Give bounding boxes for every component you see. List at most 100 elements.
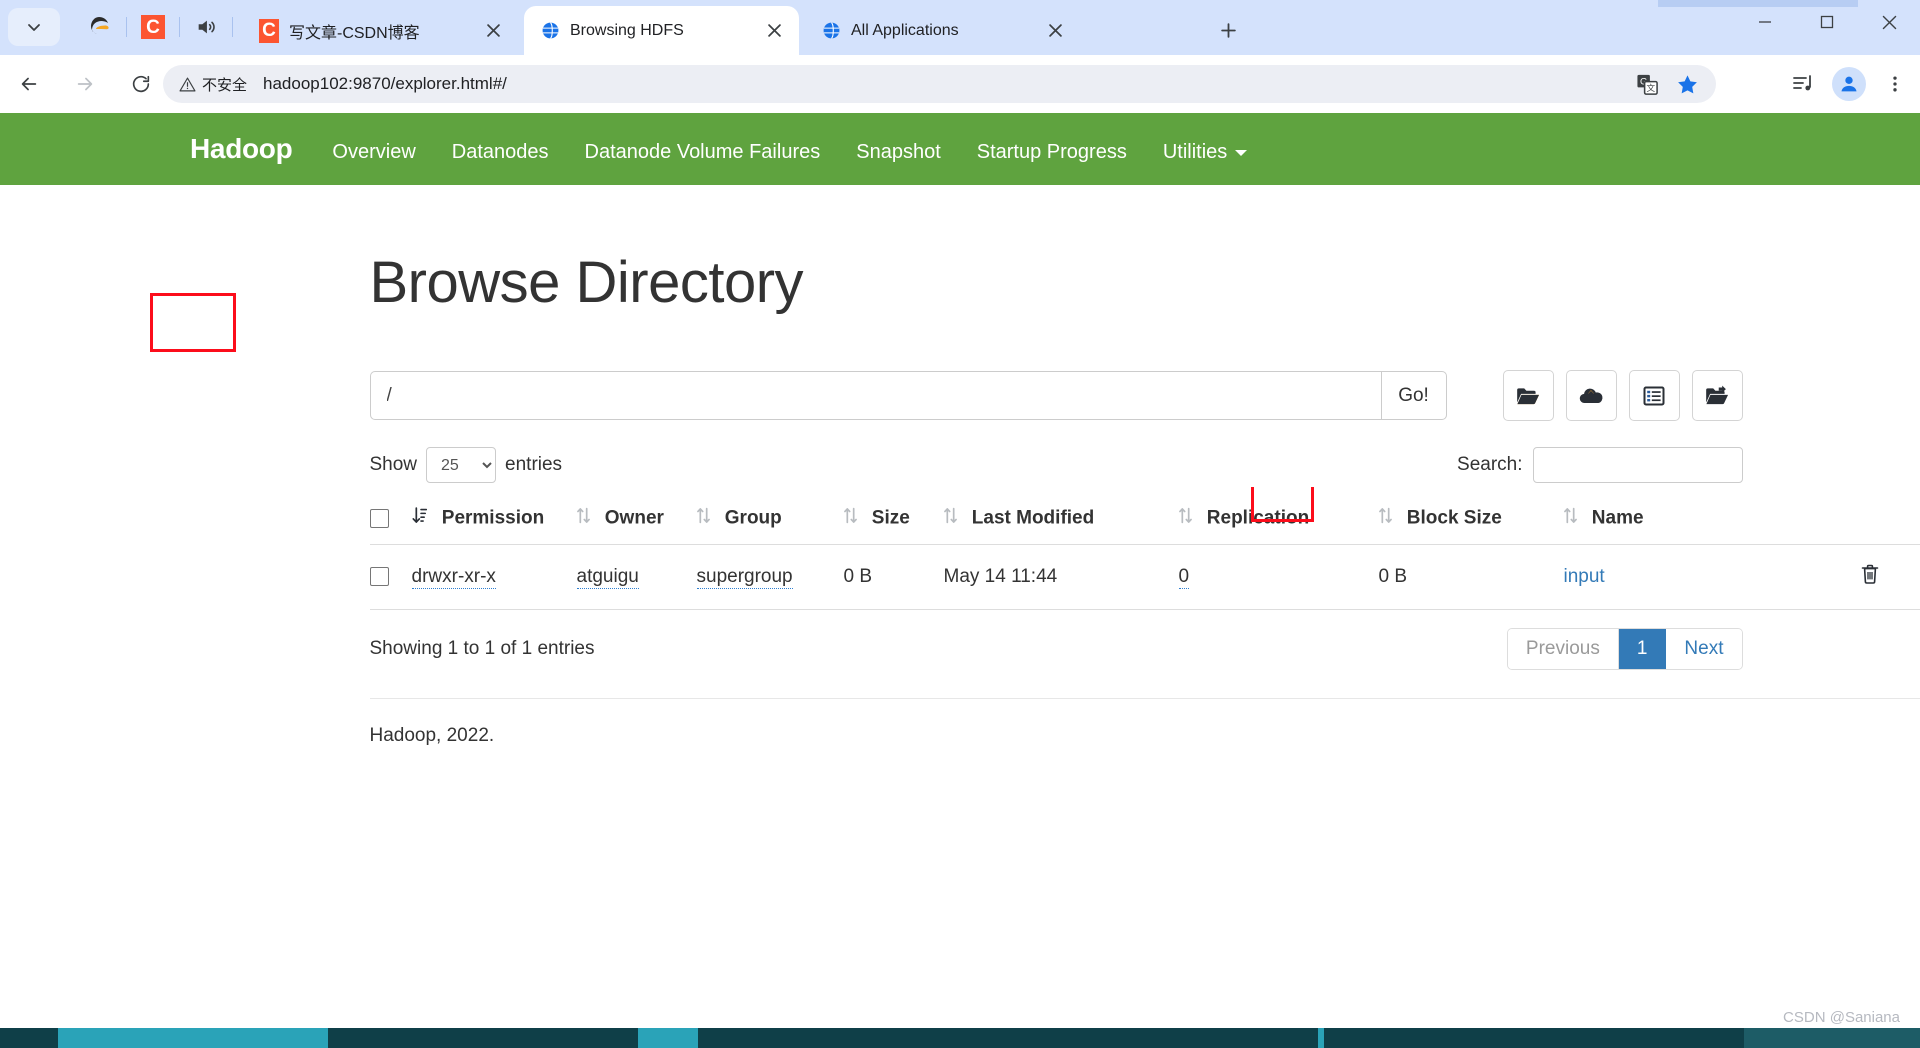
minimize-icon[interactable] xyxy=(1734,0,1796,44)
cell-last-modified: May 14 11:44 xyxy=(943,544,1179,610)
browser-window: C C 写文章-CSDN博客 Browsing HDFS All Applica… xyxy=(0,0,1920,1048)
page-title: Browse Directory xyxy=(369,250,804,315)
taskbar-chunk[interactable] xyxy=(698,1028,1318,1048)
nav-item-startup-progress[interactable]: Startup Progress xyxy=(977,141,1127,164)
page-length-select[interactable]: 25 50 100 xyxy=(426,447,497,483)
search-input[interactable] xyxy=(1532,447,1743,483)
csdn-icon: C xyxy=(259,18,279,43)
close-icon[interactable] xyxy=(763,20,785,42)
browser-tab-browsing-hdfs[interactable]: Browsing HDFS xyxy=(524,6,799,55)
column-size[interactable]: Size xyxy=(843,497,944,545)
row-checkbox[interactable] xyxy=(369,567,389,587)
new-tab-button[interactable] xyxy=(1212,14,1244,46)
permission-value[interactable]: drwxr-xr-x xyxy=(411,566,496,589)
pin-separator xyxy=(126,17,127,37)
column-group[interactable]: Group xyxy=(696,497,844,545)
select-all-checkbox[interactable] xyxy=(369,508,389,528)
pin-separator xyxy=(179,17,180,37)
taskbar-chunk[interactable] xyxy=(638,1028,698,1048)
csdn-watermark: CSDN @Saniana xyxy=(1783,1009,1900,1026)
replication-value[interactable]: 0 xyxy=(1178,566,1190,589)
go-button[interactable]: Go! xyxy=(1380,371,1447,420)
table-header-row: Permission Owner Group Size Last Modifie… xyxy=(369,497,1920,545)
snapshot-button[interactable] xyxy=(1628,370,1680,421)
nav-item-snapshot[interactable]: Snapshot xyxy=(856,141,941,164)
cut-paste-button[interactable] xyxy=(1691,370,1743,421)
reload-icon[interactable] xyxy=(122,65,160,103)
path-input-group: Go! xyxy=(369,371,1447,420)
tab-search-chevron-icon[interactable] xyxy=(8,8,60,46)
site-security-badge[interactable]: 不安全 xyxy=(179,74,247,95)
folder-open-icon xyxy=(1517,387,1540,404)
close-window-icon[interactable] xyxy=(1858,0,1920,44)
entries-label: entries xyxy=(505,454,563,475)
trash-icon[interactable] xyxy=(1860,563,1880,591)
taskbar-chunk[interactable] xyxy=(0,1028,58,1048)
nav-item-overview[interactable]: Overview xyxy=(332,141,415,164)
column-name[interactable]: Name xyxy=(1563,497,1920,545)
profile-avatar-icon[interactable] xyxy=(1832,67,1866,101)
translate-icon[interactable]: G 文 xyxy=(1632,69,1662,99)
pin-separator xyxy=(232,17,233,37)
browser-tab-csdn[interactable]: C 写文章-CSDN博客 xyxy=(243,6,518,55)
media-playlist-icon[interactable] xyxy=(1788,69,1818,99)
cell-owner: atguigu xyxy=(576,544,697,610)
nav-item-datanode-volume-failures[interactable]: Datanode Volume Failures xyxy=(585,141,821,164)
three-dot-menu-icon[interactable] xyxy=(1880,69,1910,99)
select-all-header[interactable] xyxy=(369,497,412,545)
pagination-page-1[interactable]: 1 xyxy=(1618,629,1667,669)
sort-both-icon xyxy=(1378,507,1392,530)
tab-title: All Applications xyxy=(851,21,959,39)
cloud-upload-icon xyxy=(1579,388,1603,403)
cell-group: supergroup xyxy=(696,544,844,610)
csdn-pinned-icon[interactable]: C xyxy=(131,6,175,48)
hdfs-globe-icon xyxy=(540,21,560,41)
taskbar-chunk[interactable] xyxy=(1324,1028,1744,1048)
new-directory-button[interactable] xyxy=(1502,370,1554,421)
path-input[interactable] xyxy=(369,371,1381,420)
os-taskbar xyxy=(0,1028,1920,1048)
column-permission[interactable]: Permission xyxy=(411,497,577,545)
edge-icon[interactable] xyxy=(78,6,122,48)
csdn-logo-glyph: C xyxy=(141,15,165,39)
files-table-body: drwxr-xr-x atguigu supergroup 0 B May 14… xyxy=(369,544,1920,610)
sort-both-icon xyxy=(576,507,590,530)
column-replication[interactable]: Replication xyxy=(1178,497,1379,545)
column-last-modified[interactable]: Last Modified xyxy=(943,497,1179,545)
column-label: Block Size xyxy=(1406,507,1502,529)
maximize-icon[interactable] xyxy=(1796,0,1858,44)
upload-files-button[interactable] xyxy=(1565,370,1617,421)
hadoop-brand[interactable]: Hadoop xyxy=(190,133,293,165)
url-text: hadoop102:9870/explorer.html#/ xyxy=(263,74,507,93)
owner-value[interactable]: atguigu xyxy=(576,566,639,589)
nav-item-datanodes[interactable]: Datanodes xyxy=(452,141,549,164)
column-label: Group xyxy=(724,507,782,529)
taskbar-chunk[interactable] xyxy=(328,1028,638,1048)
taskbar-active-window[interactable] xyxy=(58,1028,328,1048)
pagination-previous[interactable]: Previous xyxy=(1507,629,1619,669)
group-value[interactable]: supergroup xyxy=(696,566,793,589)
sort-amount-icon xyxy=(411,507,427,530)
sort-both-icon xyxy=(1563,507,1577,530)
browser-tab-all-applications[interactable]: All Applications xyxy=(805,6,1080,55)
column-owner[interactable]: Owner xyxy=(576,497,697,545)
close-icon[interactable] xyxy=(482,20,504,42)
back-arrow-icon[interactable] xyxy=(10,65,48,103)
close-icon[interactable] xyxy=(1044,20,1066,42)
folder-move-icon xyxy=(1706,385,1729,404)
nav-item-utilities[interactable]: Utilities xyxy=(1163,141,1247,164)
column-label: Name xyxy=(1591,507,1644,529)
address-bar[interactable]: 不安全 hadoop102:9870/explorer.html#/ G 文 xyxy=(163,65,1716,103)
pagination-next[interactable]: Next xyxy=(1666,629,1742,669)
entries-info: Showing 1 to 1 of 1 entries xyxy=(369,638,595,659)
files-table-head: Permission Owner Group Size Last Modifie… xyxy=(369,497,1920,545)
star-filled-icon[interactable] xyxy=(1672,69,1702,99)
column-block-size[interactable]: Block Size xyxy=(1378,497,1564,545)
cell-replication: 0 xyxy=(1178,544,1379,610)
file-name-link[interactable]: input xyxy=(1564,566,1605,588)
audio-playing-icon[interactable] xyxy=(184,6,228,48)
forward-arrow-icon[interactable] xyxy=(66,65,104,103)
table-footer: Showing 1 to 1 of 1 entries Previous 1 N… xyxy=(370,626,1743,672)
search-control: Search: xyxy=(1457,447,1743,483)
sort-both-icon xyxy=(696,507,710,530)
